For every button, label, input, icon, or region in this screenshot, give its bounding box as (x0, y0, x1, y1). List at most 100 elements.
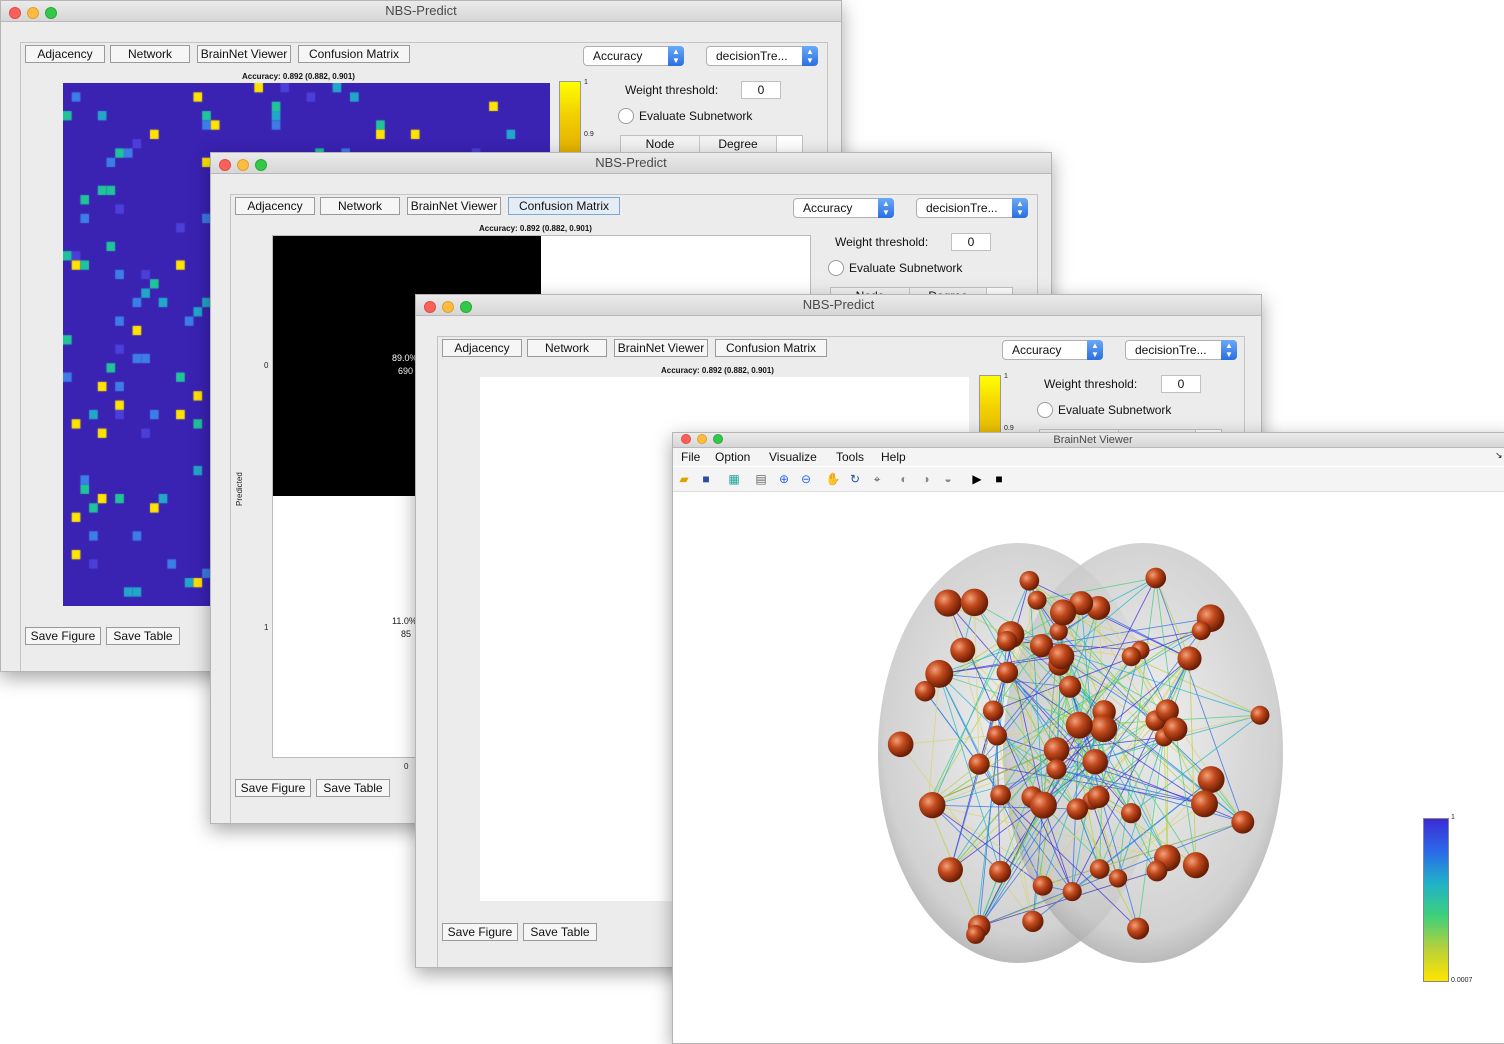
tab-network[interactable]: Network (527, 339, 607, 357)
brain-node (1163, 717, 1187, 741)
colorbar-tick: 0.9 (584, 131, 594, 138)
evaluate-subnetwork-label: Evaluate Subnetwork (1058, 403, 1171, 417)
window-titlebar[interactable]: NBS-Predict (416, 295, 1261, 316)
brain-node (888, 732, 914, 758)
open-icon[interactable]: ▰ (676, 471, 692, 487)
maximize-icon[interactable] (460, 301, 472, 313)
view-lateral-icon[interactable]: ◐ (896, 471, 912, 487)
data-cursor-icon[interactable]: ⌖ (869, 471, 885, 487)
tab-network[interactable]: Network (320, 197, 400, 215)
maximize-icon[interactable] (255, 159, 267, 171)
view-full-icon[interactable]: ◒ (940, 471, 956, 487)
rotate-icon[interactable]: ↻ (847, 471, 863, 487)
pan-icon[interactable]: ✋ (825, 471, 841, 487)
close-icon[interactable] (681, 434, 691, 444)
evaluate-subnetwork-radio[interactable] (618, 108, 634, 124)
brain-node (1183, 852, 1209, 878)
close-icon[interactable] (424, 301, 436, 313)
close-icon[interactable] (219, 159, 231, 171)
menu-help[interactable]: Help (881, 450, 906, 464)
colormap-icon[interactable]: ▦ (726, 471, 742, 487)
degree-column-header[interactable]: Degree (700, 136, 777, 152)
minimize-icon[interactable] (237, 159, 249, 171)
brain-node (1049, 644, 1075, 670)
tab-brainnet-viewer[interactable]: BrainNet Viewer (197, 45, 291, 63)
model-select-value: decisionTre... (926, 201, 998, 215)
brain-node (1145, 568, 1166, 589)
colorbar-tick: 1 (1004, 373, 1008, 380)
brain-node (1191, 790, 1218, 817)
minimize-icon[interactable] (697, 434, 707, 444)
chevron-updown-icon: ▲▼ (802, 46, 818, 66)
view-medial-icon[interactable]: ◑ (918, 471, 934, 487)
evaluate-subnetwork-radio[interactable] (828, 260, 844, 276)
weight-threshold-input[interactable]: 0 (1161, 375, 1201, 393)
traffic-lights (9, 5, 63, 25)
window-titlebar[interactable]: NBS-Predict (211, 153, 1051, 174)
maximize-icon[interactable] (45, 7, 57, 19)
metric-select[interactable]: Accuracy▲▼ (1002, 340, 1103, 360)
tab-confusion-matrix[interactable]: Confusion Matrix (508, 197, 620, 215)
brain-node (1066, 712, 1093, 739)
accuracy-title: Accuracy: 0.892 (0.882, 0.901) (661, 366, 774, 375)
minimize-icon[interactable] (27, 7, 39, 19)
tab-adjacency[interactable]: Adjacency (235, 197, 315, 215)
brain-node (1192, 621, 1211, 640)
menu-file[interactable]: File (681, 450, 700, 464)
save-figure-button[interactable]: Save Figure (442, 923, 518, 941)
window-titlebar[interactable]: NBS-Predict (1, 1, 841, 22)
tab-confusion-matrix[interactable]: Confusion Matrix (715, 339, 827, 357)
tab-brainnet-viewer[interactable]: BrainNet Viewer (407, 197, 501, 215)
print-icon[interactable]: ▤ (753, 471, 769, 487)
window-titlebar[interactable]: BrainNet Viewer (673, 433, 1504, 448)
node-column-header[interactable]: Node (621, 136, 700, 152)
weight-threshold-label: Weight threshold: (1044, 377, 1137, 391)
brain-node (934, 589, 961, 616)
menu-option[interactable]: Option (715, 450, 750, 464)
close-icon[interactable] (9, 7, 21, 19)
tab-adjacency[interactable]: Adjacency (25, 45, 105, 63)
brain-node (968, 753, 989, 774)
save-icon[interactable]: ■ (698, 471, 714, 487)
model-select[interactable]: decisionTre...▲▼ (916, 198, 1028, 218)
minimize-icon[interactable] (442, 301, 454, 313)
save-figure-button[interactable]: Save Figure (25, 627, 101, 645)
metric-select[interactable]: Accuracy▲▼ (583, 46, 684, 66)
brain-3d-view[interactable] (673, 493, 1504, 1043)
brain-node (1147, 861, 1168, 882)
brain-node (1030, 792, 1057, 819)
tab-brainnet-viewer[interactable]: BrainNet Viewer (614, 339, 708, 357)
model-select-value: decisionTre... (716, 49, 788, 63)
node-table: Node Degree (620, 135, 803, 153)
weight-threshold-label: Weight threshold: (625, 83, 718, 97)
zoom-out-icon[interactable]: ⊖ (798, 471, 814, 487)
weight-threshold-input[interactable]: 0 (951, 233, 991, 251)
toolbar-dock-icon[interactable]: ↘ (1495, 450, 1503, 461)
brain-node (950, 638, 975, 663)
metric-select[interactable]: Accuracy▲▼ (793, 198, 894, 218)
save-table-button[interactable]: Save Table (106, 627, 180, 645)
brainnet-colorbar (1423, 818, 1449, 982)
menu-visualize[interactable]: Visualize (769, 450, 817, 464)
tab-confusion-matrix[interactable]: Confusion Matrix (298, 45, 410, 63)
tab-adjacency[interactable]: Adjacency (442, 339, 522, 357)
brain-node (1050, 599, 1076, 625)
model-select[interactable]: decisionTre...▲▼ (1125, 340, 1237, 360)
brain-node (1087, 786, 1109, 808)
save-table-button[interactable]: Save Table (316, 779, 390, 797)
brain-node (983, 700, 1004, 721)
menu-tools[interactable]: Tools (836, 450, 864, 464)
zoom-in-icon[interactable]: ⊕ (776, 471, 792, 487)
evaluate-subnetwork-radio[interactable] (1037, 402, 1053, 418)
play-icon[interactable]: ▶ (969, 471, 985, 487)
metric-select-value: Accuracy (1012, 343, 1061, 357)
save-figure-button[interactable]: Save Figure (235, 779, 311, 797)
brain-node (997, 662, 1019, 684)
save-table-button[interactable]: Save Table (523, 923, 597, 941)
brain-node (1127, 918, 1149, 940)
model-select[interactable]: decisionTre... ▲▼ (706, 46, 818, 66)
tab-network[interactable]: Network (110, 45, 190, 63)
weight-threshold-input[interactable]: 0 (741, 81, 781, 99)
maximize-icon[interactable] (713, 434, 723, 444)
stop-icon[interactable]: ■ (991, 471, 1007, 487)
